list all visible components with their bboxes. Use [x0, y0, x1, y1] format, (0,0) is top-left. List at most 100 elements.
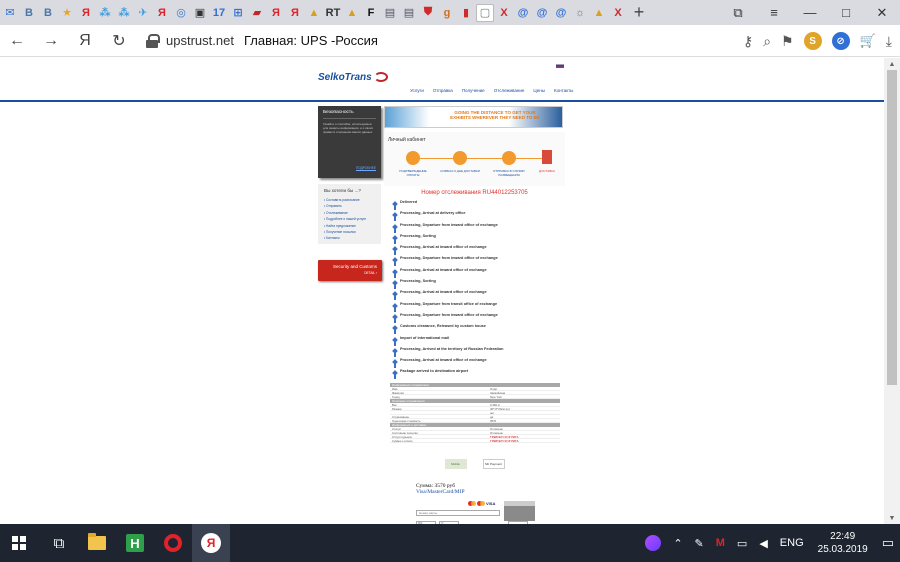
- mail-icon[interactable]: ✉: [1, 4, 19, 22]
- notifications-icon[interactable]: ▭: [876, 535, 900, 551]
- opera-button[interactable]: [154, 524, 192, 562]
- bookmarks-icon[interactable]: ⧉: [720, 0, 756, 25]
- scroll-up-icon[interactable]: ▲: [884, 58, 900, 70]
- volume-icon[interactable]: ◀: [753, 537, 773, 550]
- yandex-browser-button[interactable]: Я: [192, 524, 230, 562]
- network-icon[interactable]: ▭: [731, 537, 753, 550]
- shipment-details-table: Информация отправителя Имя Олди Фамилия Засв…: [390, 382, 560, 443]
- photo-icon[interactable]: ▲: [305, 4, 323, 22]
- page-title[interactable]: Главная: UPS -Россия: [244, 33, 378, 48]
- refresh-button[interactable]: ↻: [102, 25, 136, 57]
- bookmark-icon[interactable]: ▮: [457, 4, 475, 22]
- nav-item[interactable]: Цены: [533, 88, 545, 93]
- x-icon[interactable]: X: [609, 4, 627, 22]
- nav-item[interactable]: Контакты: [554, 88, 573, 93]
- tracking-event-text: Processing, Arrival at inward office of …: [400, 245, 487, 250]
- scrollbar-thumb[interactable]: [887, 70, 897, 385]
- tracking-event: Processing, Arrival at inward office of …: [384, 358, 565, 369]
- sun-icon[interactable]: ☼: [571, 4, 589, 22]
- calendar-icon[interactable]: 17: [210, 4, 228, 22]
- location-pin-icon: [393, 315, 397, 323]
- forward-button[interactable]: →: [34, 25, 68, 57]
- clock[interactable]: 22:49 25.03.2019: [810, 530, 876, 556]
- tracking-events: Delivered Processing, Arrival at delivery…: [384, 200, 565, 381]
- vpn-icon[interactable]: ⊘: [831, 32, 850, 50]
- yandex-icon[interactable]: Я: [267, 4, 285, 22]
- f-icon[interactable]: F: [362, 4, 380, 22]
- tracking-event: Import of international mail: [384, 336, 565, 347]
- yandex-home-icon[interactable]: Я: [68, 25, 102, 57]
- mail-at-icon[interactable]: @: [552, 4, 570, 22]
- doc-icon[interactable]: ▤: [400, 4, 418, 22]
- clock-date: 25.03.2019: [817, 544, 868, 555]
- rt-icon[interactable]: RT: [324, 4, 342, 22]
- shield-icon[interactable]: ⛊: [419, 4, 437, 22]
- maximize-button[interactable]: □: [828, 0, 864, 25]
- photo-icon[interactable]: ▲: [590, 4, 608, 22]
- key-icon[interactable]: ⚷: [743, 33, 753, 50]
- new-tab-button[interactable]: +: [628, 2, 650, 22]
- address-bar: ← → Я ↻ upstrust.net Главная: UPS -Росси…: [0, 25, 900, 57]
- back-button[interactable]: ←: [0, 25, 34, 57]
- menu-icon[interactable]: ≡: [756, 0, 792, 25]
- location-pin-icon: [393, 304, 397, 312]
- mail-at-icon[interactable]: @: [533, 4, 551, 22]
- location-pin-icon: [393, 371, 397, 380]
- tray-notes-icon[interactable]: ✎: [689, 537, 710, 550]
- g-icon[interactable]: g: [438, 4, 456, 22]
- windows-icon[interactable]: ⊞: [229, 4, 247, 22]
- yandex-icon[interactable]: Я: [286, 4, 304, 22]
- search-icon[interactable]: ◎: [172, 4, 190, 22]
- security-more-link[interactable]: ПОДРОБНЕЕ: [323, 166, 376, 170]
- photo-icon[interactable]: ▲: [343, 4, 361, 22]
- start-button[interactable]: [0, 524, 38, 562]
- details-label: Сумма к оплате: [392, 438, 413, 443]
- task-view-button[interactable]: ⧉: [40, 524, 78, 562]
- help-link[interactable]: • Контакты: [324, 235, 375, 241]
- page-icon[interactable]: ▢: [476, 3, 494, 22]
- bookmark-icon[interactable]: ⚑: [781, 33, 794, 50]
- dots-icon[interactable]: ⁂: [115, 4, 133, 22]
- minimize-button[interactable]: —: [792, 0, 828, 25]
- exhibit-banner[interactable]: GOING THE DISTANCE TO GET YOUR EXHIBITS …: [384, 106, 563, 128]
- x-icon[interactable]: X: [495, 4, 513, 22]
- payment-methods-link[interactable]: Visa/MasterCard/MIP: [416, 489, 565, 495]
- tray-mail-icon[interactable]: M: [710, 537, 731, 549]
- h-app-button[interactable]: H: [116, 524, 154, 562]
- details-label: Страхование: [392, 414, 410, 419]
- yandex-icon[interactable]: Я: [153, 4, 171, 22]
- site-logo[interactable]: SelkoTrans: [318, 72, 388, 83]
- reader-icon[interactable]: ⌕: [763, 33, 771, 50]
- card-number-input[interactable]: Номер карты: [416, 509, 500, 516]
- download-icon[interactable]: ⤓: [886, 33, 892, 50]
- cart-icon[interactable]: 🛒: [860, 33, 876, 49]
- image-icon[interactable]: ▣: [191, 4, 209, 22]
- mail-at-icon[interactable]: @: [514, 4, 532, 22]
- nav-item[interactable]: Получение: [462, 88, 485, 93]
- vk-icon[interactable]: В: [39, 4, 57, 22]
- tray-up-icon[interactable]: ⌃: [667, 537, 688, 550]
- scroll-down-icon[interactable]: ▼: [884, 512, 900, 524]
- extension-icon[interactable]: S: [803, 32, 822, 50]
- clock-time: 22:49: [830, 531, 856, 542]
- alice-button[interactable]: [639, 535, 667, 551]
- vk-icon[interactable]: В: [20, 4, 38, 22]
- doc-icon[interactable]: ▤: [381, 4, 399, 22]
- russian-flag-icon[interactable]: [556, 63, 564, 68]
- car-icon[interactable]: ▰: [248, 4, 266, 22]
- url-domain[interactable]: upstrust.net: [166, 33, 234, 48]
- security-customs-button[interactable]: Security and Customs DETAIL ›: [318, 260, 382, 281]
- dots-icon[interactable]: ⁂: [96, 4, 114, 22]
- file-explorer-button[interactable]: [78, 524, 116, 562]
- nav-item[interactable]: Услуги: [410, 88, 424, 93]
- language-indicator[interactable]: ENG: [774, 537, 810, 549]
- details-value: New York: [490, 394, 502, 399]
- page-scrollbar[interactable]: ▲ ▼: [884, 58, 900, 524]
- close-button[interactable]: ✕: [864, 0, 900, 25]
- lock-icon[interactable]: [146, 33, 160, 48]
- nav-item[interactable]: Отслеживание: [494, 88, 525, 93]
- plane-icon[interactable]: ✈: [134, 4, 152, 22]
- yandex-icon[interactable]: Я: [77, 4, 95, 22]
- nav-item[interactable]: Отправка: [433, 88, 453, 93]
- star-icon[interactable]: ★: [58, 4, 76, 22]
